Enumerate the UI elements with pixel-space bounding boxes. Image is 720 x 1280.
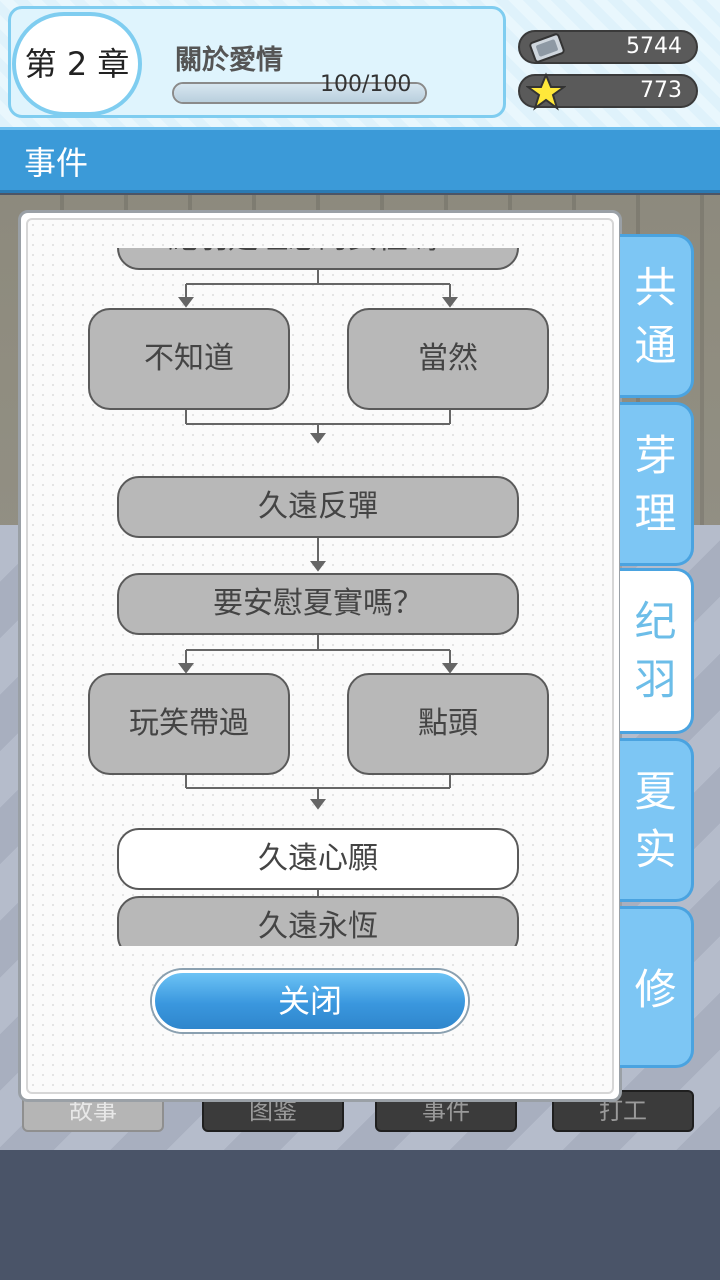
flow-node-choice[interactable]: 不知道 xyxy=(88,308,290,410)
flow-node-event[interactable]: 久遠永恆 xyxy=(117,896,519,946)
ticket-value: 5744 xyxy=(626,34,682,59)
tab-meri-label: 芽理 xyxy=(634,431,677,538)
section-bar xyxy=(0,127,720,193)
flowchart-scroll-area[interactable]: 紀羽是理想的女性嗎？ 不知道 當然 久遠反彈 要安慰夏實嗎？ 玩笑帶過 點頭 久… xyxy=(28,248,612,946)
progress-text: 100/100 xyxy=(320,72,412,97)
flow-node-event[interactable]: 久遠反彈 xyxy=(117,476,519,538)
bottom-area xyxy=(0,1150,720,1280)
close-button[interactable]: 关闭 xyxy=(152,970,468,1032)
flow-node-choice[interactable]: 玩笑帶過 xyxy=(88,673,290,775)
chapter-title: 關於愛情 xyxy=(175,45,283,76)
tab-common-label: 共通 xyxy=(634,263,677,370)
tab-common[interactable]: 共通 xyxy=(620,234,694,398)
ticket-counter: 5744 xyxy=(518,30,698,64)
tab-meri[interactable]: 芽理 xyxy=(620,402,694,566)
tab-natsumi[interactable]: 夏实 xyxy=(620,738,694,902)
tab-kiwa[interactable]: 纪羽 xyxy=(620,568,694,734)
flow-node-partial[interactable]: 紀羽是理想的女性嗎？ xyxy=(117,248,519,270)
tab-natsumi-label: 夏实 xyxy=(634,767,677,874)
tab-shu-label: 修 xyxy=(634,965,677,1014)
star-counter: 773 xyxy=(518,72,698,111)
ticket-icon xyxy=(529,33,565,63)
tab-shu[interactable]: 修 xyxy=(620,906,694,1068)
section-title: 事件 xyxy=(24,144,89,182)
chapter-badge: 第 2 章 xyxy=(12,12,142,116)
star-icon xyxy=(526,72,566,111)
tab-kiwa-label: 纪羽 xyxy=(634,597,677,704)
star-value: 773 xyxy=(640,78,682,103)
flow-node-choice[interactable]: 當然 xyxy=(347,308,549,410)
flow-node-question[interactable]: 要安慰夏實嗎？ xyxy=(117,573,519,635)
flow-node-event-active[interactable]: 久遠心願 xyxy=(117,828,519,890)
flow-node-choice[interactable]: 點頭 xyxy=(347,673,549,775)
